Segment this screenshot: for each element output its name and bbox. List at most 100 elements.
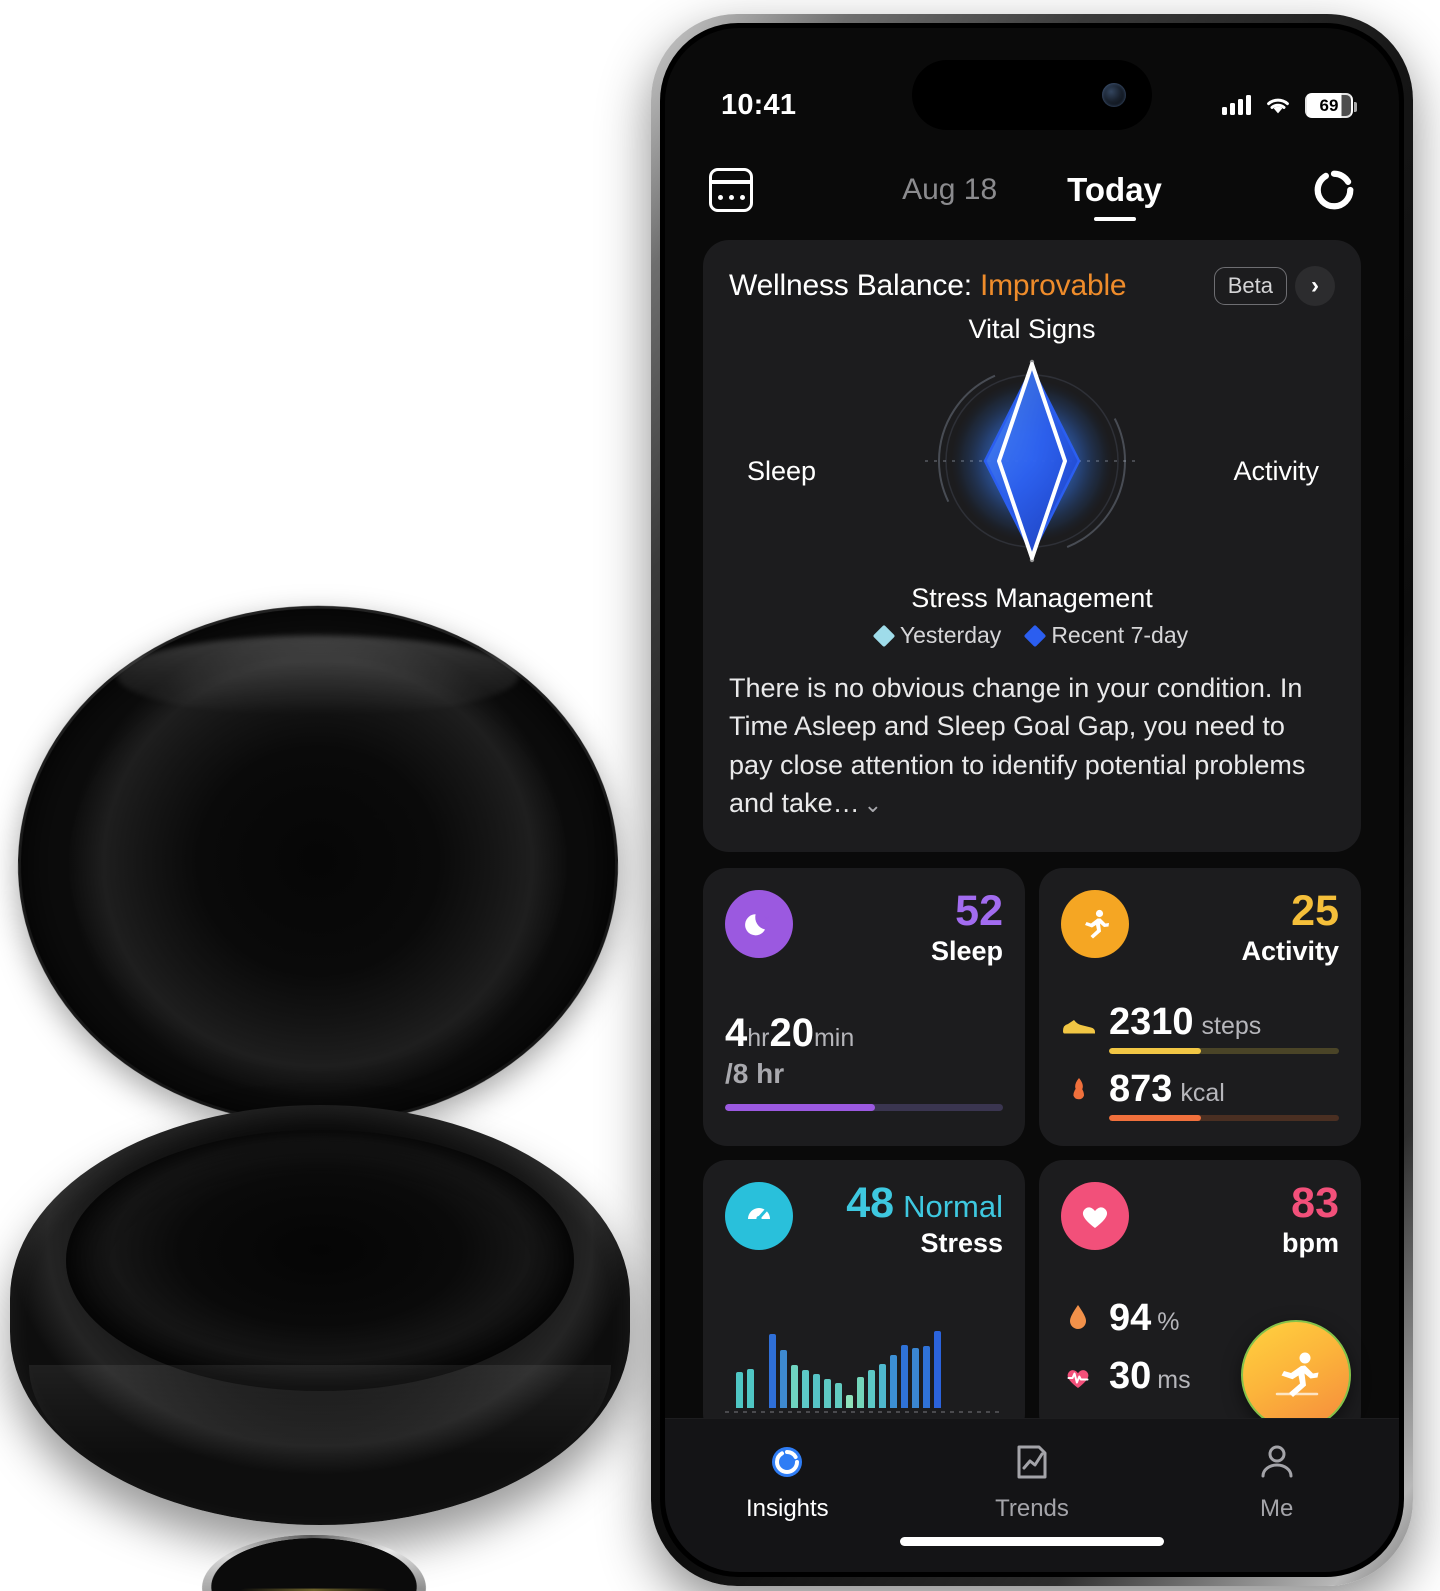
phone-screen: 10:41 69 Aug 18 Today Wellness Balance: …	[665, 28, 1399, 1572]
activity-steps-row: 2310 steps	[1061, 1001, 1339, 1055]
hrv-unit: ms	[1157, 1366, 1191, 1395]
hrv-heart-pulse-icon	[1067, 1370, 1089, 1389]
legend-item-yesterday: Yesterday	[872, 622, 1002, 649]
tab-me[interactable]: Me	[1154, 1439, 1399, 1523]
home-indicator	[900, 1537, 1164, 1546]
stress-bar	[791, 1365, 798, 1409]
sleep-hours-value: 4	[725, 1011, 748, 1056]
flame-icon	[1073, 1078, 1084, 1100]
wellness-description[interactable]: There is no obvious change in your condi…	[729, 669, 1335, 822]
stress-bar	[769, 1334, 776, 1409]
activity-steps-unit: steps	[1201, 1012, 1262, 1041]
legend-label-yesterday: Yesterday	[899, 622, 1002, 648]
activity-steps-value: 2310	[1109, 1001, 1194, 1044]
wellness-radar-chart[interactable]: Vital Signs Sleep Activity Stress Manage…	[729, 314, 1335, 614]
tab-me-label: Me	[1260, 1495, 1294, 1522]
cellular-signal-icon	[1222, 95, 1251, 115]
activity-steps-bar	[1109, 1048, 1339, 1055]
sleep-duration: 4hr20min	[725, 1011, 1003, 1056]
stress-bar	[736, 1372, 743, 1409]
wellness-header-row: Wellness Balance: Improvable Beta ›	[729, 266, 1335, 306]
chevron-right-icon[interactable]: ›	[1295, 266, 1335, 306]
stress-bar	[934, 1330, 941, 1409]
activity-calories-body: 873 kcal	[1109, 1070, 1339, 1122]
tab-insights[interactable]: Insights	[665, 1439, 910, 1523]
workout-running-icon[interactable]	[1241, 1320, 1351, 1431]
smart-ring	[186, 1534, 442, 1591]
stress-bar	[802, 1370, 809, 1409]
status-bar-indicators: 69	[1222, 92, 1357, 118]
heart-rate-unit: bpm	[1282, 1228, 1339, 1259]
wellness-status-value: Improvable	[979, 269, 1127, 302]
stress-card-label: Stress	[920, 1228, 1003, 1259]
activity-calories-fill	[1109, 1115, 1201, 1122]
chevron-down-icon[interactable]: ⌄	[864, 789, 882, 820]
sleep-card-header: z 52 Sleep	[725, 887, 1003, 967]
sync-ring-icon[interactable]	[1311, 167, 1357, 213]
tab-trends-label: Trends	[995, 1495, 1069, 1522]
radar-axis-label-right: Activity	[1233, 456, 1319, 486]
stress-bar	[912, 1348, 919, 1409]
wellness-balance-card[interactable]: Wellness Balance: Improvable Beta › Vita…	[703, 240, 1361, 853]
radar-axis-label-bottom: Stress Management	[911, 583, 1153, 613]
app-header: Aug 18 Today	[665, 154, 1399, 226]
stress-score-row: 48 Normal	[846, 1181, 1003, 1226]
battery-icon: 69	[1305, 92, 1357, 118]
stress-bar	[747, 1368, 754, 1409]
stress-bar	[901, 1344, 908, 1409]
sleep-card[interactable]: z 52 Sleep 4hr20min /8 hr	[703, 868, 1025, 1147]
heart-card-header: 83 bpm	[1061, 1181, 1339, 1259]
stress-bar	[846, 1394, 853, 1409]
stress-bar	[879, 1363, 886, 1409]
hrv-value: 30	[1109, 1355, 1152, 1398]
stress-score-word: Normal	[903, 1189, 1003, 1225]
sleep-progress-bar	[725, 1104, 1003, 1112]
tab-previous-date[interactable]: Aug 18	[902, 173, 997, 207]
sleep-score: 52	[955, 887, 1003, 936]
sleep-score-block: 52 Sleep	[930, 887, 1003, 967]
blood-oxygen-unit: %	[1157, 1308, 1180, 1337]
tab-trends[interactable]: Trends	[910, 1439, 1155, 1523]
product-photo-smart-ring-case	[0, 545, 650, 1591]
hrv-line: 30 ms	[1109, 1357, 1191, 1395]
activity-calories-bar	[1109, 1115, 1339, 1122]
stress-bar	[923, 1346, 930, 1409]
blood-oxygen-line: 94%	[1109, 1299, 1180, 1337]
dynamic-island	[912, 60, 1152, 130]
stress-bar	[868, 1370, 875, 1409]
header-date-tabs: Aug 18 Today	[753, 171, 1311, 209]
stress-bars	[725, 1322, 1003, 1409]
charging-case-base	[10, 1105, 630, 1525]
calendar-icon[interactable]	[709, 168, 753, 212]
activity-card[interactable]: 25 Activity 2310 steps 873 kcal	[1039, 868, 1361, 1147]
activity-card-header: 25 Activity	[1061, 887, 1339, 967]
sleep-progress-fill	[725, 1104, 876, 1112]
sleep-hours-unit: hr	[747, 1024, 770, 1053]
wellness-title: Wellness Balance: Improvable	[729, 269, 1127, 303]
profile-person-icon	[1254, 1439, 1300, 1485]
blood-oxygen-value: 94	[1109, 1297, 1152, 1340]
activity-calories-line: 873 kcal	[1109, 1070, 1339, 1108]
stress-card-header: 48 Normal Stress	[725, 1181, 1003, 1259]
shoe-icon	[1063, 1020, 1095, 1034]
heart-rate-card[interactable]: 83 bpm 94% 30 ms	[1039, 1160, 1361, 1439]
legend-swatch-yesterday	[872, 624, 896, 647]
phone-device-frame: 10:41 69 Aug 18 Today Wellness Balance: …	[651, 14, 1413, 1586]
activity-score-block: 25 Activity	[1241, 887, 1339, 967]
activity-score: 25	[1291, 887, 1339, 936]
sleep-goal: /8 hr	[725, 1058, 785, 1090]
sleep-minutes-value: 20	[769, 1011, 814, 1056]
stress-bar	[835, 1382, 842, 1409]
metric-card-grid: z 52 Sleep 4hr20min /8 hr 25 Activity 23…	[703, 868, 1361, 1439]
scroll-content: Wellness Balance: Improvable Beta › Vita…	[665, 240, 1399, 1572]
running-person-icon	[1061, 890, 1129, 959]
sleep-minutes-unit: min	[813, 1024, 855, 1053]
stress-card[interactable]: 48 Normal Stress	[703, 1160, 1025, 1439]
tab-insights-label: Insights	[745, 1495, 829, 1522]
insights-ring-icon	[764, 1439, 810, 1485]
phone-bezel: 10:41 69 Aug 18 Today Wellness Balance: …	[660, 23, 1404, 1577]
wifi-icon	[1267, 98, 1289, 113]
screenshot-stage: 10:41 69 Aug 18 Today Wellness Balance: …	[0, 0, 1440, 1591]
tab-today[interactable]: Today	[1067, 171, 1162, 209]
sleep-card-label: Sleep	[930, 936, 1003, 967]
